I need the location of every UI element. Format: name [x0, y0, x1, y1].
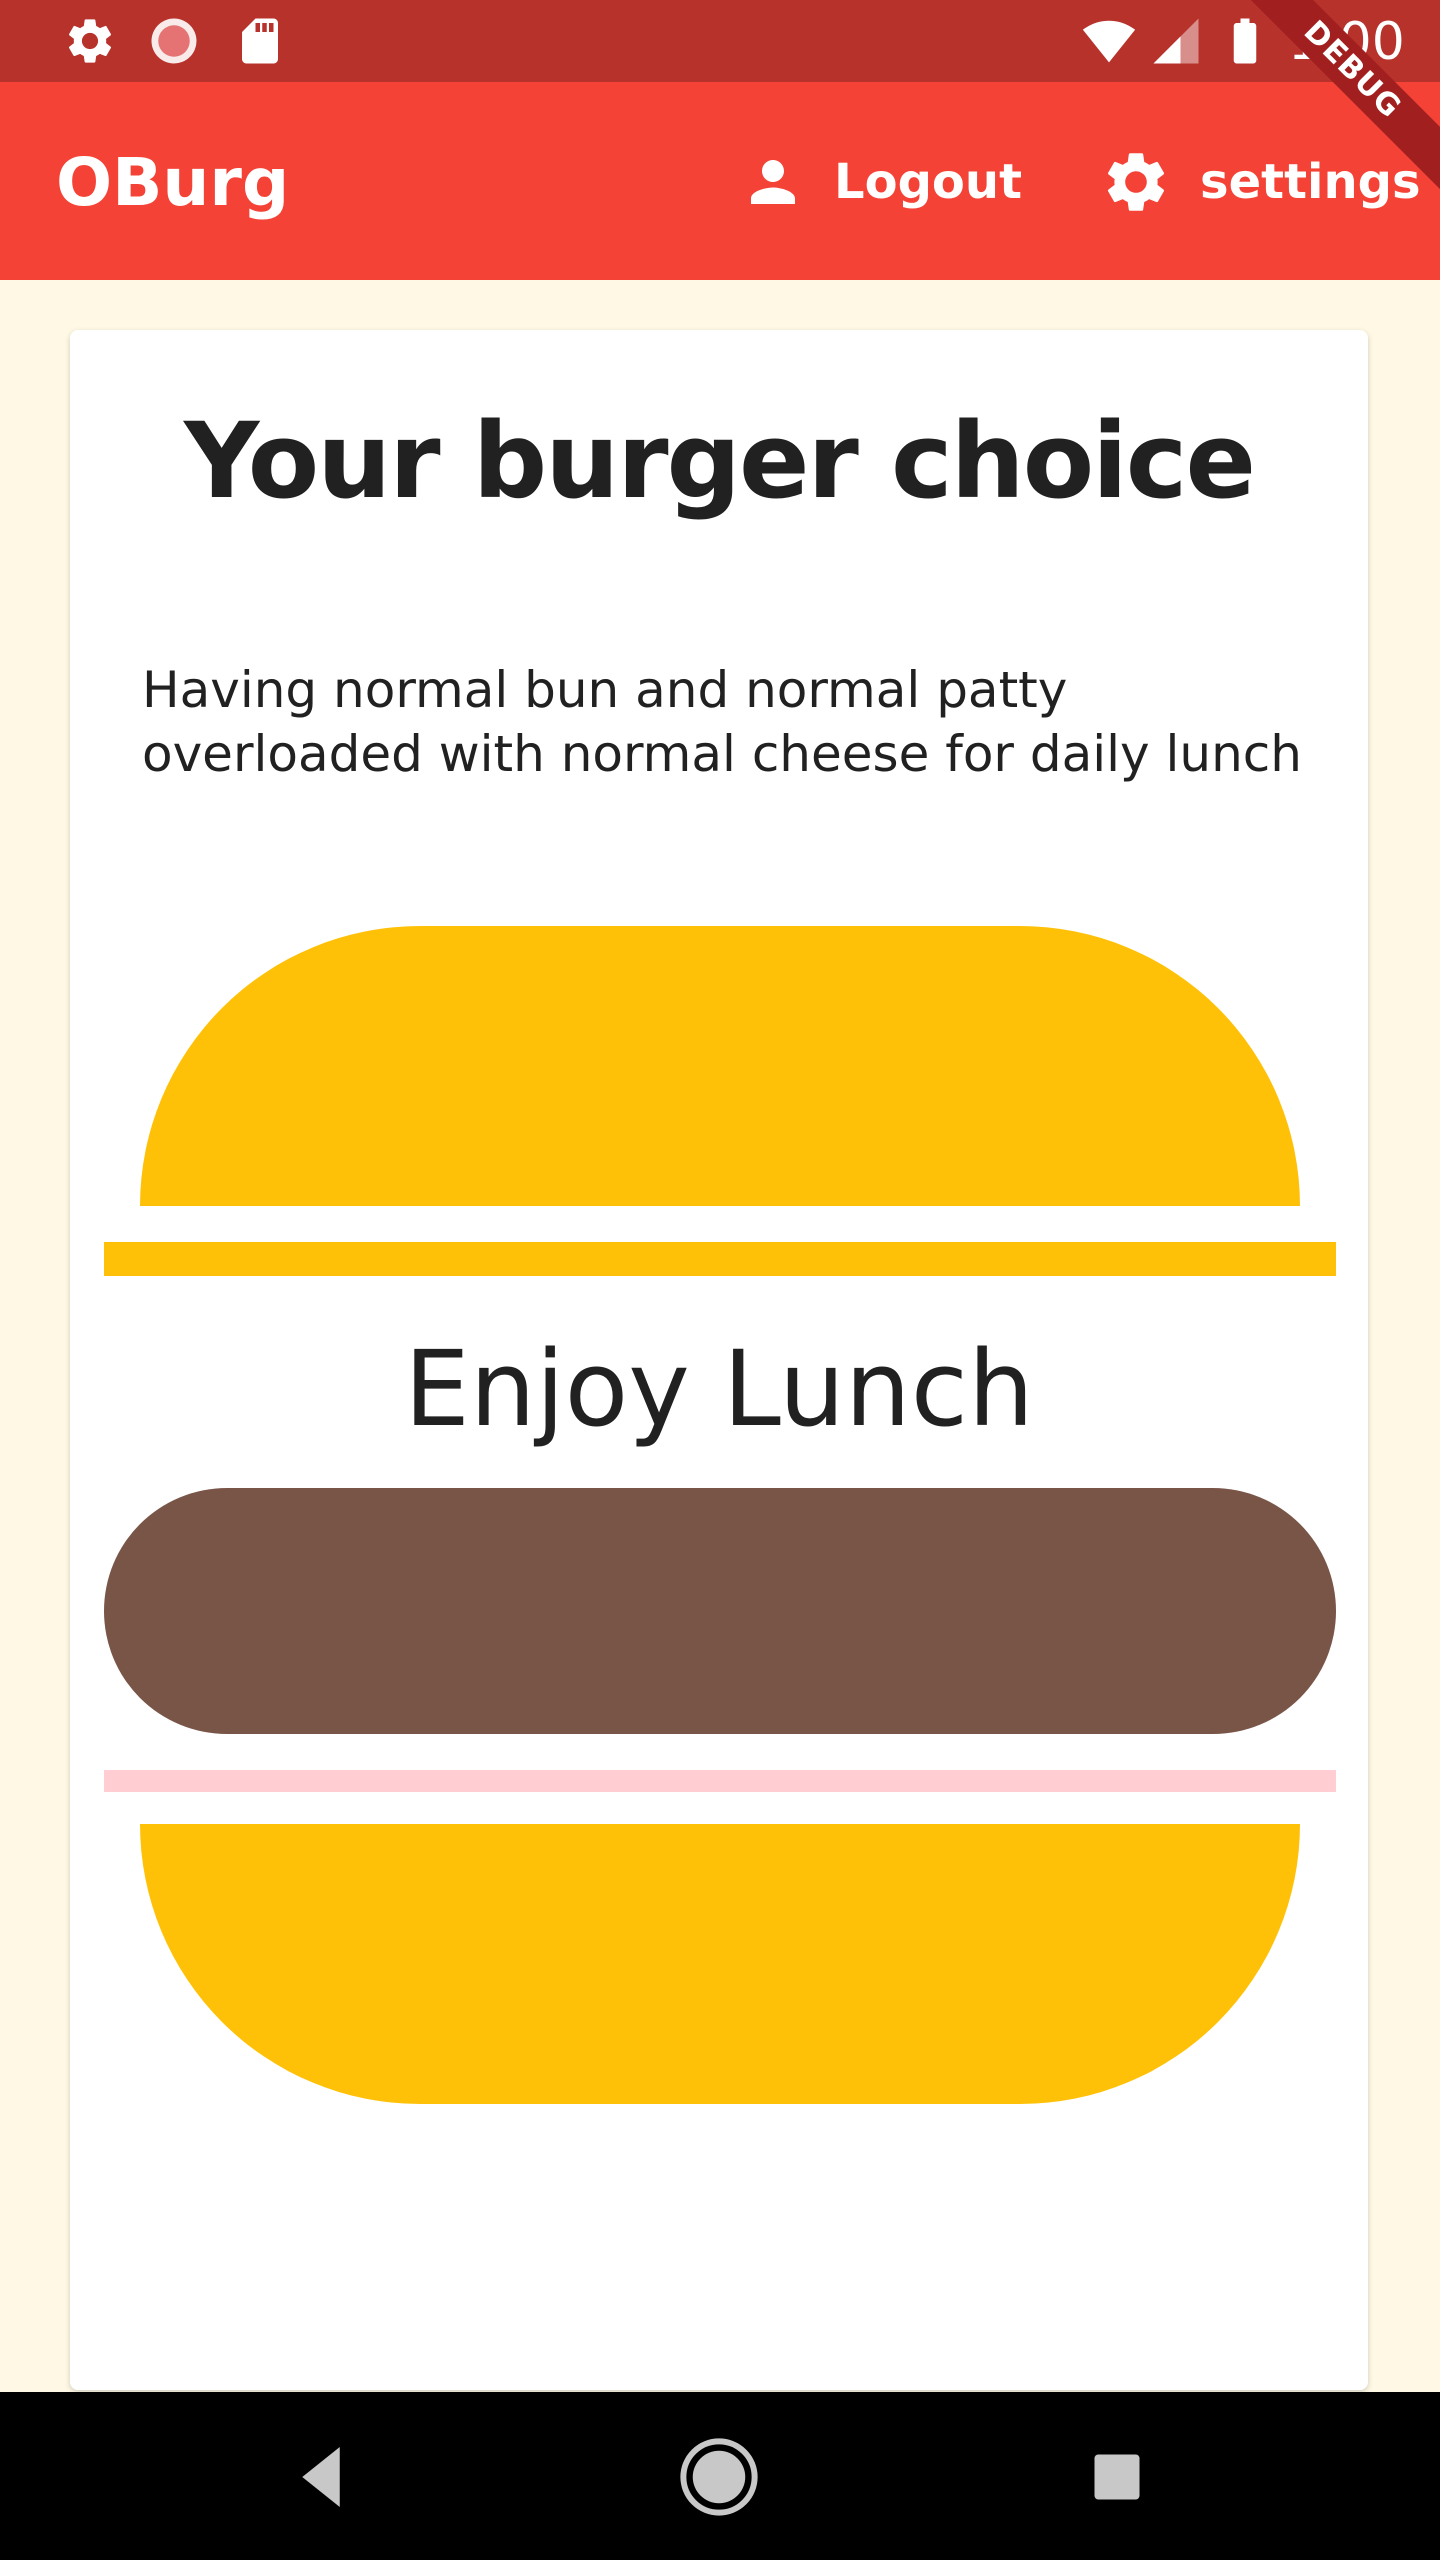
sd-card-icon	[242, 18, 278, 64]
home-icon[interactable]	[674, 2432, 764, 2522]
settings-button[interactable]: settings	[1100, 142, 1421, 222]
cheese-layer	[104, 1770, 1336, 1792]
settings-label: settings	[1200, 154, 1421, 210]
system-nav-bar	[0, 2392, 1440, 2560]
app-bar: OBurg Logout settings	[0, 82, 1440, 280]
patty	[104, 1488, 1336, 1734]
burger-description: Having normal bun and normal patty overl…	[142, 661, 1302, 783]
logout-button[interactable]: Logout	[740, 142, 1022, 222]
gear-icon	[1107, 153, 1165, 211]
bottom-bun	[140, 1824, 1300, 2104]
cellular-signal-icon	[1153, 18, 1199, 64]
logout-label: Logout	[834, 154, 1023, 210]
loading-circle-icon	[151, 18, 197, 64]
card-title: Your burger choice	[184, 400, 1256, 522]
status-bar: 1:00	[0, 0, 1440, 82]
person-icon	[751, 160, 795, 204]
wifi-icon	[1082, 20, 1136, 63]
bun-layer	[104, 1242, 1336, 1276]
recents-icon[interactable]	[1072, 2432, 1162, 2522]
top-bun	[140, 926, 1300, 1206]
burger-card: Your burger choice Having normal bun and…	[70, 330, 1368, 2390]
battery-icon	[1233, 18, 1257, 64]
settings-notification-icon	[68, 19, 112, 63]
enjoy-text: Enjoy Lunch	[404, 1328, 1034, 1450]
app-title: OBurg	[56, 144, 290, 221]
back-icon[interactable]	[276, 2432, 366, 2522]
